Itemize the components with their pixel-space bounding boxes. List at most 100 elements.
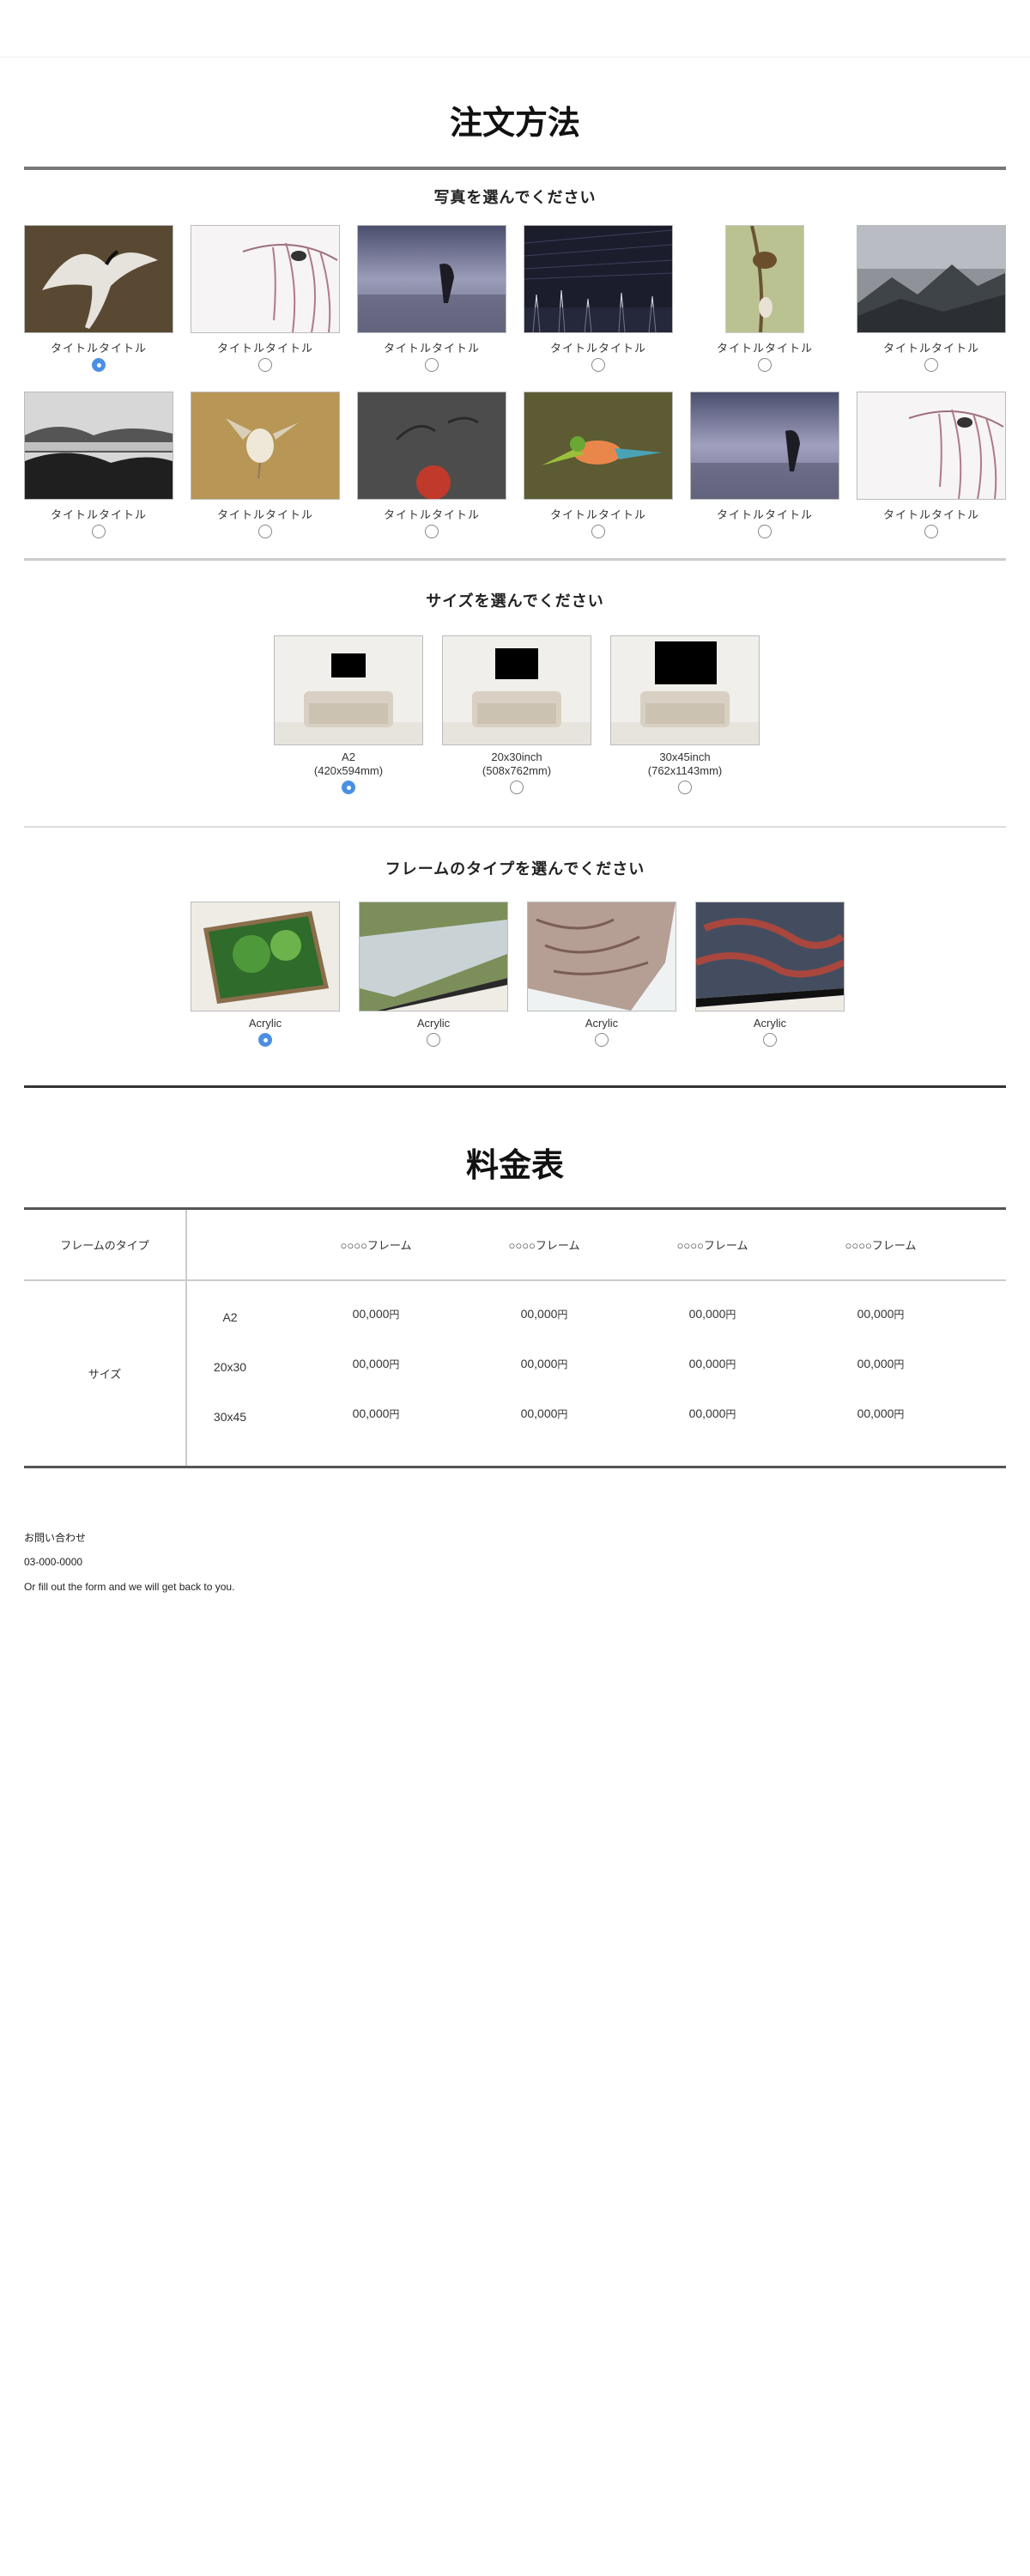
size-label: 30x45inch (762x1143mm)	[647, 750, 723, 777]
frame-thumb-forest[interactable]	[191, 902, 340, 1012]
size-radio[interactable]	[510, 781, 524, 794]
photo-grid-row-2: タイトルタイトル タイトルタイトル タイトルタイトル タイトルタイトル タイトル…	[24, 392, 1006, 538]
order-title: 注文方法	[449, 103, 580, 142]
photo-caption: タイトルタイトル	[383, 508, 480, 521]
frame-option[interactable]: Acrylic	[527, 902, 676, 1047]
frame-option[interactable]: Acrylic	[695, 902, 845, 1047]
photo-thumb-bird-branch[interactable]	[725, 225, 804, 333]
photo-option[interactable]: タイトルタイトル	[690, 392, 839, 538]
size-option[interactable]: 30x45inch (762x1143mm)	[610, 635, 760, 794]
photo-option[interactable]: タイトルタイトル	[24, 392, 173, 538]
frame-type-header: フレームのタイプ	[60, 1239, 149, 1252]
photo-thumb-crane[interactable]	[24, 225, 173, 333]
frame-radio[interactable]	[595, 1033, 609, 1047]
photo-radio[interactable]	[425, 525, 439, 538]
size-thumb-30x45[interactable]	[610, 635, 760, 745]
frame-option[interactable]: Acrylic	[191, 902, 340, 1047]
size-radio[interactable]	[678, 781, 692, 794]
photo-caption: タイトルタイトル	[50, 508, 147, 521]
frame-radio[interactable]	[427, 1033, 440, 1047]
photo-thumb-cranes-sun[interactable]	[357, 392, 506, 500]
price-cell: 00,000円	[857, 1307, 905, 1321]
photo-radio[interactable]	[258, 358, 272, 372]
photo-caption: タイトルタイトル	[216, 508, 313, 521]
frame-thumb-rock[interactable]	[527, 902, 676, 1012]
photo-option[interactable]: タイトルタイトル	[191, 225, 340, 372]
photo-option[interactable]: タイトルタイトル	[524, 225, 673, 372]
photo-radio[interactable]	[591, 525, 605, 538]
photo-option[interactable]: タイトルタイトル	[357, 392, 506, 538]
contact-heading: お問い合わせ	[24, 1532, 87, 1544]
photo-grid-row-1: タイトルタイトル タイトルタイトル タイトルタイトル タイトルタイトル タイトル…	[24, 225, 1006, 372]
frame-thumb-aerial[interactable]	[695, 902, 845, 1012]
photo-thumb-rock-lake-2[interactable]	[690, 392, 839, 500]
section-divider	[24, 826, 1006, 828]
photo-radio[interactable]	[924, 525, 938, 538]
size-heading: サイズを選んでください	[426, 592, 604, 611]
photo-option[interactable]: タイトルタイトル	[191, 392, 340, 538]
photo-option[interactable]: タイトルタイトル	[524, 392, 673, 538]
photo-thumb-rock-lake[interactable]	[357, 225, 506, 333]
price-table: フレームのタイプ ○○○○フレーム ○○○○フレーム ○○○○フレーム ○○○○…	[24, 1207, 1006, 1468]
photo-heading: 写真を選んでください	[433, 189, 597, 207]
photo-option[interactable]: タイトルタイトル	[690, 225, 839, 372]
photo-thumb-blossom[interactable]	[191, 225, 340, 333]
photo-caption: タイトルタイトル	[882, 508, 979, 521]
size-thumb-20x30[interactable]	[442, 635, 591, 745]
size-label: A2 (420x594mm)	[313, 750, 384, 777]
photo-thumb-misty-mountains[interactable]	[857, 225, 1006, 333]
size-options: A2 (420x594mm) 20x30inch (508x762mm) 30x…	[274, 635, 760, 794]
size-radio[interactable]	[342, 781, 355, 794]
contact-phone[interactable]: 03-000-0000	[24, 1556, 82, 1568]
photo-thumb-small-bird[interactable]	[191, 392, 340, 500]
photo-radio[interactable]	[425, 358, 439, 372]
photo-radio[interactable]	[92, 525, 106, 538]
price-cell: 00,000円	[688, 1406, 736, 1420]
frame-radio[interactable]	[258, 1033, 272, 1047]
pricing-title: 料金表	[465, 1145, 564, 1184]
top-bar	[0, 0, 1030, 58]
price-cell: 00,000円	[352, 1406, 400, 1420]
photo-option[interactable]: タイトルタイトル	[357, 225, 506, 372]
frame-column-header: ○○○○フレーム	[508, 1239, 580, 1252]
frame-column-header: ○○○○フレーム	[845, 1239, 917, 1252]
price-cell: 00,000円	[520, 1406, 568, 1420]
frame-radio[interactable]	[763, 1033, 777, 1047]
photo-radio[interactable]	[924, 358, 938, 372]
contact-note: Or fill out the form and we will get bac…	[24, 1581, 235, 1593]
frame-label: Acrylic	[416, 1017, 451, 1030]
photo-caption: タイトルタイトル	[383, 342, 480, 355]
size-cell: 20x30	[213, 1360, 247, 1374]
photo-radio[interactable]	[758, 358, 772, 372]
photo-option[interactable]: タイトルタイトル	[857, 225, 1006, 372]
photo-option[interactable]: タイトルタイトル	[24, 225, 173, 372]
size-option[interactable]: A2 (420x594mm)	[274, 635, 423, 794]
size-label: 20x30inch (508x762mm)	[482, 750, 552, 777]
photo-caption: タイトルタイトル	[549, 508, 646, 521]
photo-radio[interactable]	[591, 358, 605, 372]
photo-radio[interactable]	[92, 358, 106, 372]
photo-thumb-kingfisher[interactable]	[524, 392, 673, 500]
frame-column-header: ○○○○フレーム	[676, 1239, 748, 1252]
frame-thumb-river[interactable]	[359, 902, 508, 1012]
frame-label: Acrylic	[248, 1017, 282, 1030]
size-thumb-a2[interactable]	[274, 635, 423, 745]
frame-column-header: ○○○○フレーム	[340, 1239, 412, 1252]
photo-caption: タイトルタイトル	[50, 342, 147, 355]
photo-caption: タイトルタイトル	[549, 342, 646, 355]
section-divider	[24, 1085, 1006, 1088]
frame-option[interactable]: Acrylic	[359, 902, 508, 1047]
price-cell: 00,000円	[688, 1357, 736, 1370]
photo-radio[interactable]	[758, 525, 772, 538]
photo-thumb-blossom-2[interactable]	[857, 392, 1006, 500]
photo-option[interactable]: タイトルタイトル	[857, 392, 1006, 538]
size-option[interactable]: 20x30inch (508x762mm)	[442, 635, 591, 794]
size-cell: A2	[222, 1310, 238, 1324]
photo-thumb-star-trails[interactable]	[524, 225, 673, 333]
photo-caption: タイトルタイトル	[216, 342, 313, 355]
price-cell: 00,000円	[352, 1307, 400, 1321]
photo-radio[interactable]	[258, 525, 272, 538]
photo-thumb-mist-forest[interactable]	[24, 392, 173, 500]
price-cell: 00,000円	[857, 1406, 905, 1420]
size-row-header: サイズ	[88, 1368, 122, 1381]
